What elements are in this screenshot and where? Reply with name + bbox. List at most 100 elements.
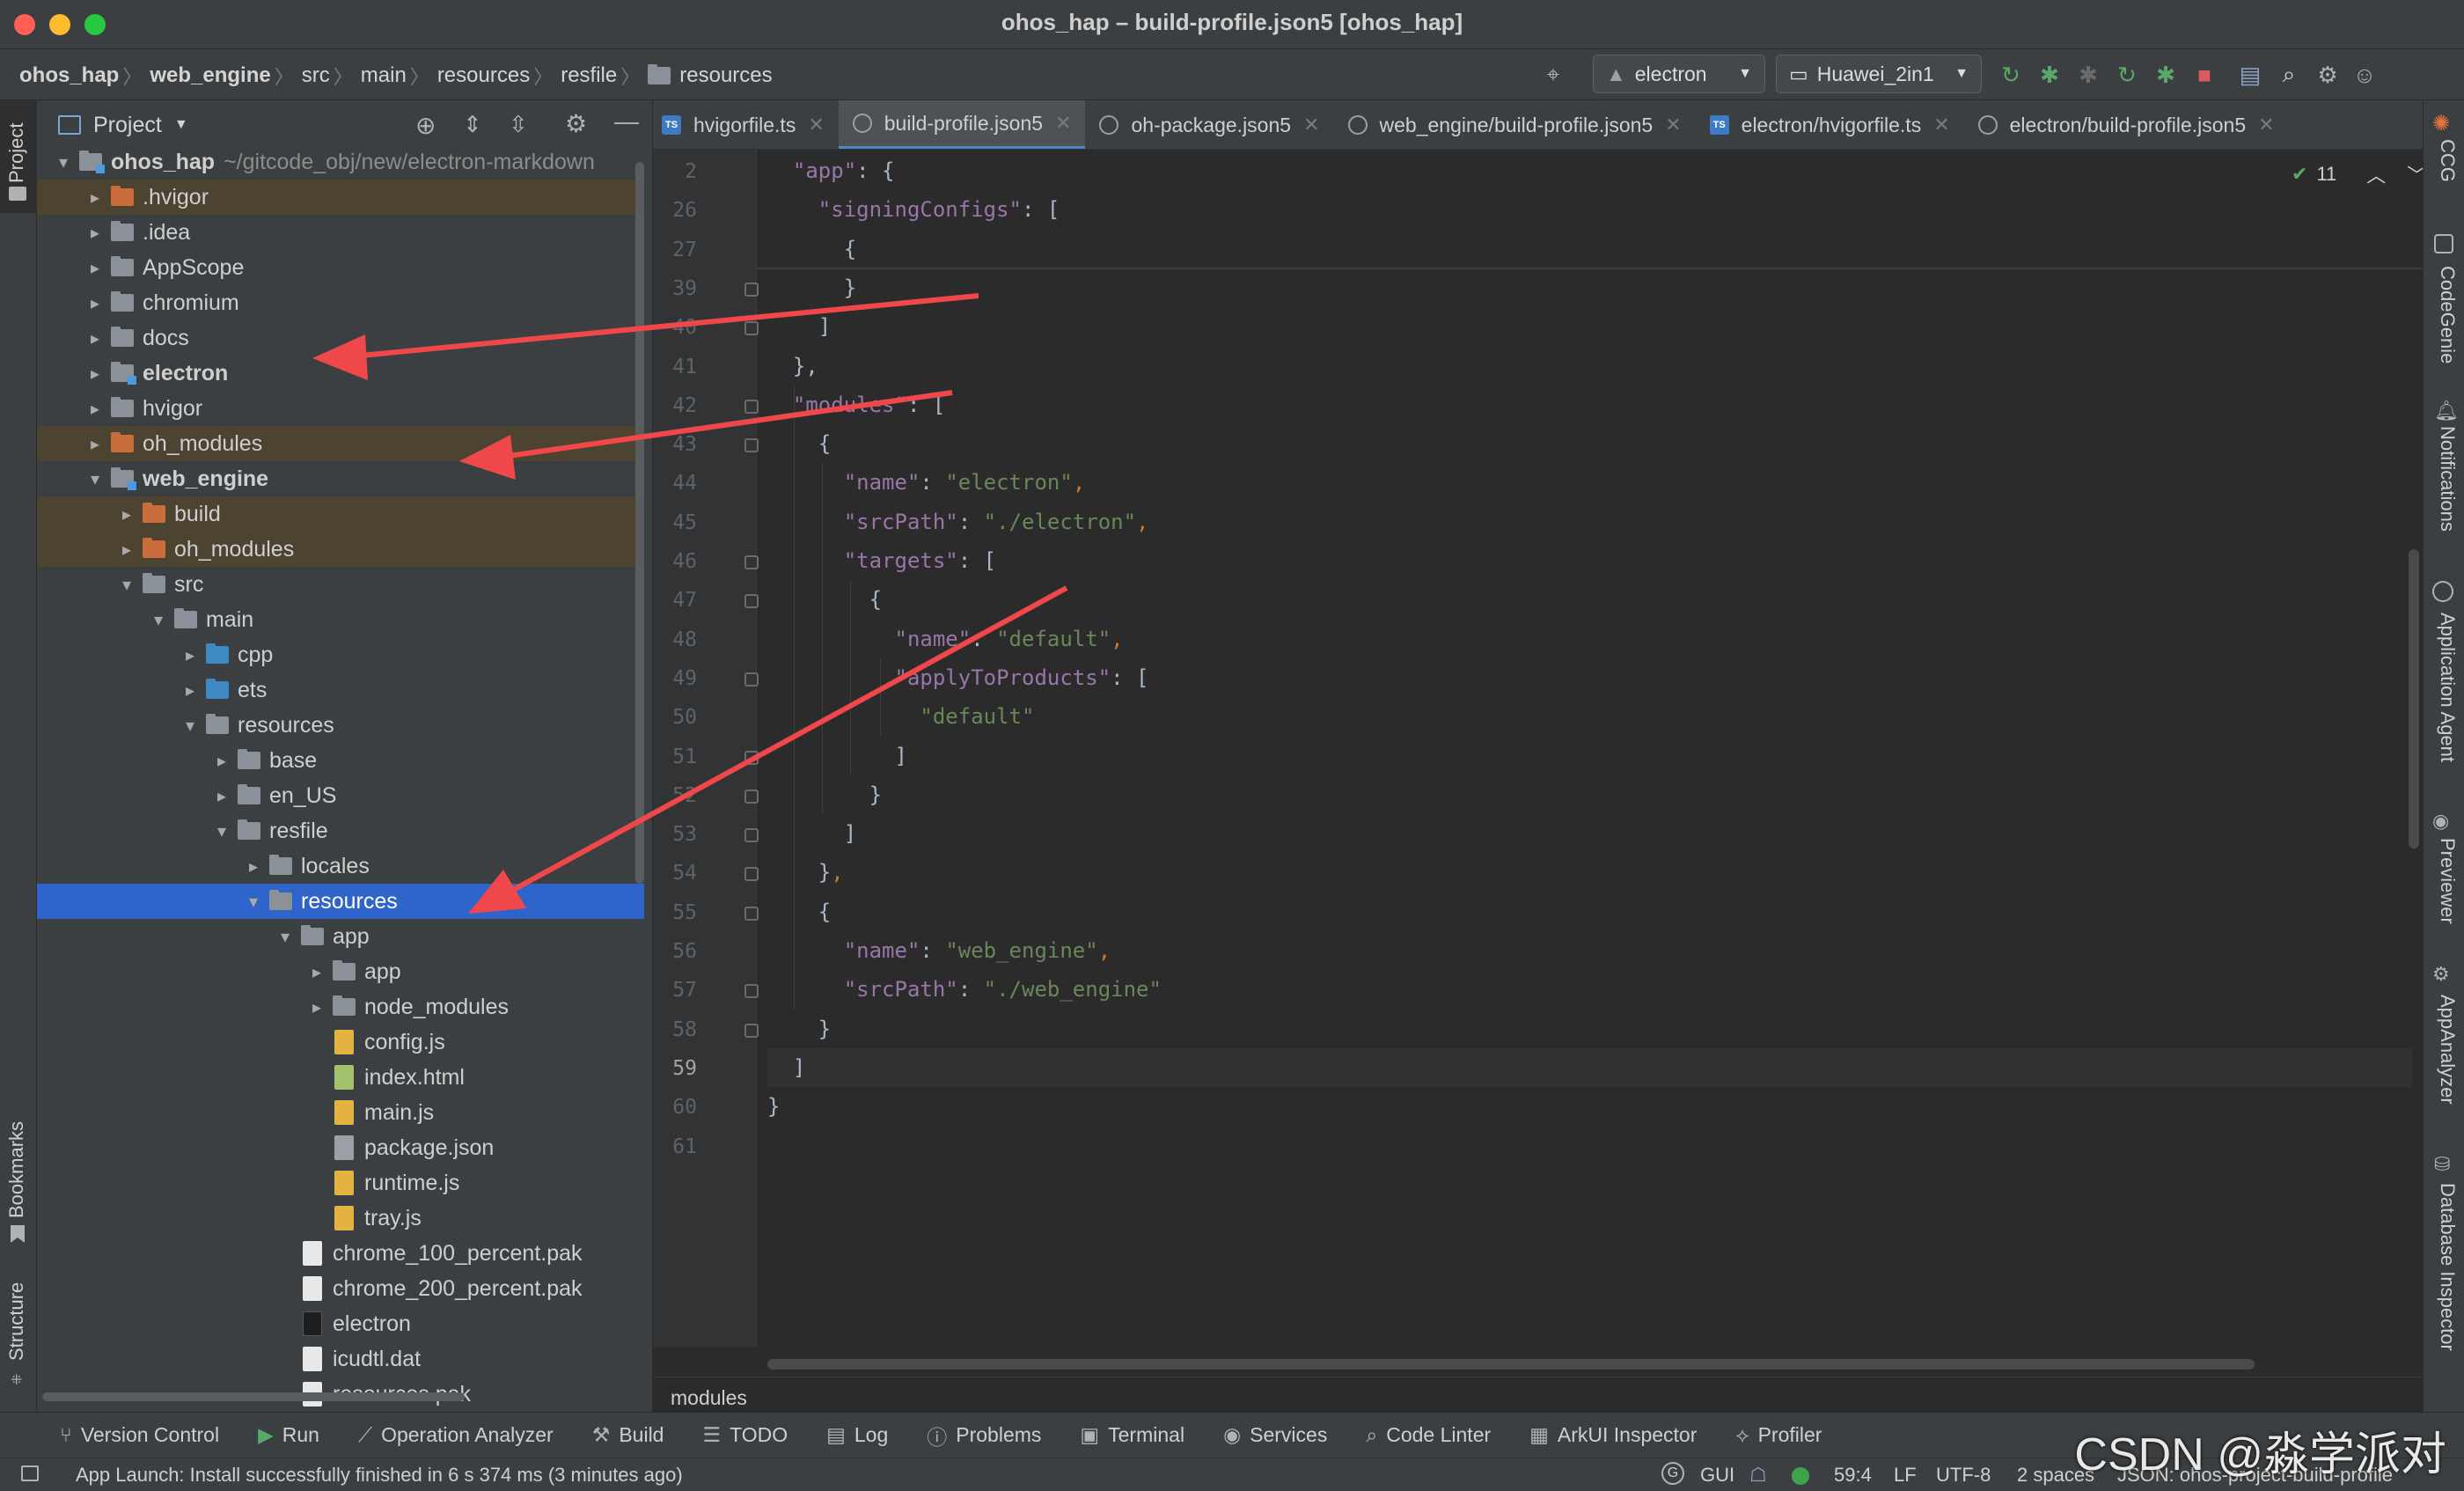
line-number[interactable]: 57 — [653, 979, 697, 1002]
chevron-right-icon[interactable]: ▸ — [83, 327, 107, 349]
code-line[interactable]: "signingConfigs": [ — [767, 190, 1060, 229]
editor-tab[interactable]: TS hvigorfile.ts ✕ — [653, 100, 839, 149]
code-line[interactable]: { — [767, 230, 856, 268]
line-number[interactable]: 50 — [653, 706, 697, 729]
tree-item[interactable]: ▸ node_modules — [37, 989, 644, 1025]
todo-button[interactable]: ☰ TODO — [702, 1423, 788, 1447]
editor-tab[interactable]: build-profile.json5 ✕ — [838, 100, 1086, 149]
tree-item[interactable]: ▾ ohos_hap ~/gitcode_obj/new/electron-mark… — [37, 144, 644, 180]
code-line[interactable]: "name": "web_engine", — [767, 931, 1111, 970]
chevron-right-icon[interactable]: ▸ — [83, 187, 107, 209]
code-line[interactable]: { — [767, 580, 882, 619]
chevron-right-icon[interactable]: ▸ — [83, 398, 107, 420]
line-number[interactable]: 59 — [653, 1057, 697, 1080]
line-number[interactable]: 60 — [653, 1096, 697, 1119]
tree-item[interactable]: config.js — [37, 1025, 644, 1060]
tree-item[interactable]: package.json — [37, 1130, 644, 1165]
line-separator[interactable]: LF — [1894, 1464, 1917, 1487]
line-number[interactable]: 26 — [653, 199, 697, 222]
line-number[interactable]: 42 — [653, 394, 697, 417]
tree-item[interactable]: chrome_100_percent.pak — [37, 1236, 644, 1271]
fold-marker-icon[interactable] — [744, 867, 759, 882]
chevron-right-icon[interactable]: ▸ — [304, 961, 329, 983]
target-icon[interactable]: ⌖ — [1538, 60, 1568, 90]
line-number[interactable]: 39 — [653, 277, 697, 300]
status-message[interactable]: App Launch: Install successfully finishe… — [76, 1464, 683, 1487]
code-line[interactable]: "targets": [ — [767, 541, 996, 580]
editor-hscrollbar[interactable] — [767, 1359, 2255, 1370]
close-icon[interactable]: ✕ — [1303, 114, 1319, 136]
chevron-down-icon[interactable]: ▾ — [114, 574, 139, 596]
inspection-widget[interactable]: ✔ 11 ︿ ﹀ — [2292, 160, 2426, 188]
fold-marker-icon[interactable] — [744, 321, 759, 336]
toggle-toolwindows-icon[interactable] — [21, 1465, 39, 1481]
code-line[interactable]: { — [767, 892, 831, 931]
chevron-right-icon[interactable]: ▸ — [241, 856, 266, 878]
code-breadcrumb[interactable]: modules — [653, 1377, 2423, 1412]
line-number[interactable]: 44 — [653, 472, 697, 495]
tree-item[interactable]: ▾ resources — [37, 708, 644, 743]
appanalyzer-toolwindow-button[interactable]: AppAnalyzer — [2436, 995, 2459, 1105]
fold-marker-icon[interactable] — [744, 594, 759, 609]
code-line[interactable]: "default" — [767, 697, 1034, 736]
code-line[interactable]: }, — [767, 347, 818, 386]
search-icon[interactable]: ⌕ — [2274, 60, 2304, 90]
code-line[interactable]: "srcPath": "./electron", — [767, 503, 1149, 541]
code-line[interactable]: { — [767, 424, 831, 463]
tree-item[interactable]: ▸ .hvigor — [37, 180, 644, 215]
arkui-inspector-button[interactable]: ▦ ArkUI Inspector — [1529, 1423, 1697, 1447]
breadcrumb-item[interactable]: src 〉 — [302, 62, 361, 90]
chevron-right-icon[interactable]: ▸ — [178, 679, 202, 701]
debug-icon[interactable]: ✱ — [2035, 60, 2064, 90]
chevron-down-icon[interactable]: ▼ — [174, 117, 188, 133]
ccg-toolwindow-button[interactable]: CCG — [2436, 139, 2459, 182]
fold-marker-icon[interactable] — [744, 1023, 759, 1038]
breadcrumb-item[interactable]: resfile 〉 — [561, 62, 648, 90]
code-line[interactable]: ] — [767, 307, 831, 346]
chevron-right-icon[interactable]: ▸ — [209, 750, 234, 772]
code-linter-button[interactable]: ⌕ Code Linter — [1366, 1423, 1491, 1447]
line-number[interactable]: 58 — [653, 1018, 697, 1041]
project-structure-icon[interactable]: ▤ — [2235, 60, 2265, 90]
line-number[interactable]: 53 — [653, 823, 697, 846]
line-number[interactable]: 52 — [653, 784, 697, 807]
codegenie-toolwindow-button[interactable]: CodeGenie — [2436, 266, 2459, 364]
tree-item[interactable]: ▸ .idea — [37, 215, 644, 250]
code-line[interactable]: "name": "default", — [767, 620, 1124, 658]
tree-item[interactable]: ▸ oh_modules — [37, 532, 644, 567]
chevron-right-icon[interactable]: ▸ — [178, 644, 202, 666]
chevron-right-icon[interactable]: ▸ — [83, 257, 107, 279]
breadcrumb-item[interactable]: main 〉 — [361, 62, 437, 90]
line-number[interactable]: 2 — [653, 160, 697, 183]
tree-item[interactable]: runtime.js — [37, 1165, 644, 1201]
tree-item[interactable]: ▸ ets — [37, 672, 644, 708]
run-button[interactable]: ▶ Run — [258, 1423, 319, 1447]
fold-marker-icon[interactable] — [744, 282, 759, 297]
breadcrumb-item[interactable]: resources 〉 — [437, 62, 561, 90]
application-agent-toolwindow-button[interactable]: Application Agent — [2436, 613, 2459, 762]
gear-icon[interactable]: ⚙ — [2313, 60, 2343, 90]
code-line[interactable]: } — [767, 775, 882, 814]
tree-item[interactable]: ▾ resources — [37, 884, 644, 919]
tree-item[interactable]: main.js — [37, 1095, 644, 1130]
tree-item[interactable]: ▸ electron — [37, 356, 644, 391]
breadcrumb-item[interactable]: web_engine 〉 — [150, 62, 301, 90]
code-line[interactable]: ] — [767, 814, 856, 853]
chevron-down-icon[interactable]: ▾ — [209, 820, 234, 842]
tree-item[interactable]: icudtl.dat — [37, 1341, 644, 1377]
line-number[interactable]: 54 — [653, 862, 697, 885]
tree-item[interactable]: ▸ en_US — [37, 778, 644, 813]
tree-item[interactable]: ▸ locales — [37, 848, 644, 884]
chevron-right-icon[interactable]: ▸ — [83, 363, 107, 385]
code-view[interactable]: "app": { "signingConfigs": [ { } ] }, "m… — [767, 150, 2413, 1347]
chevron-down-icon[interactable]: ▾ — [83, 468, 107, 490]
attach-debugger-icon[interactable]: ✱ — [2073, 60, 2103, 90]
code-line[interactable]: "modules": [ — [767, 386, 945, 424]
tree-item[interactable]: ▸ chromium — [37, 285, 644, 320]
line-number[interactable]: 45 — [653, 511, 697, 534]
code-line[interactable]: "app": { — [767, 151, 895, 190]
bookmarks-toolwindow-button[interactable]: Bookmarks — [5, 1121, 28, 1218]
previewer-toolwindow-button[interactable]: Previewer — [2436, 838, 2459, 924]
code-line[interactable]: "applyToProducts": [ — [767, 658, 1149, 697]
fold-marker-icon[interactable] — [744, 984, 759, 999]
